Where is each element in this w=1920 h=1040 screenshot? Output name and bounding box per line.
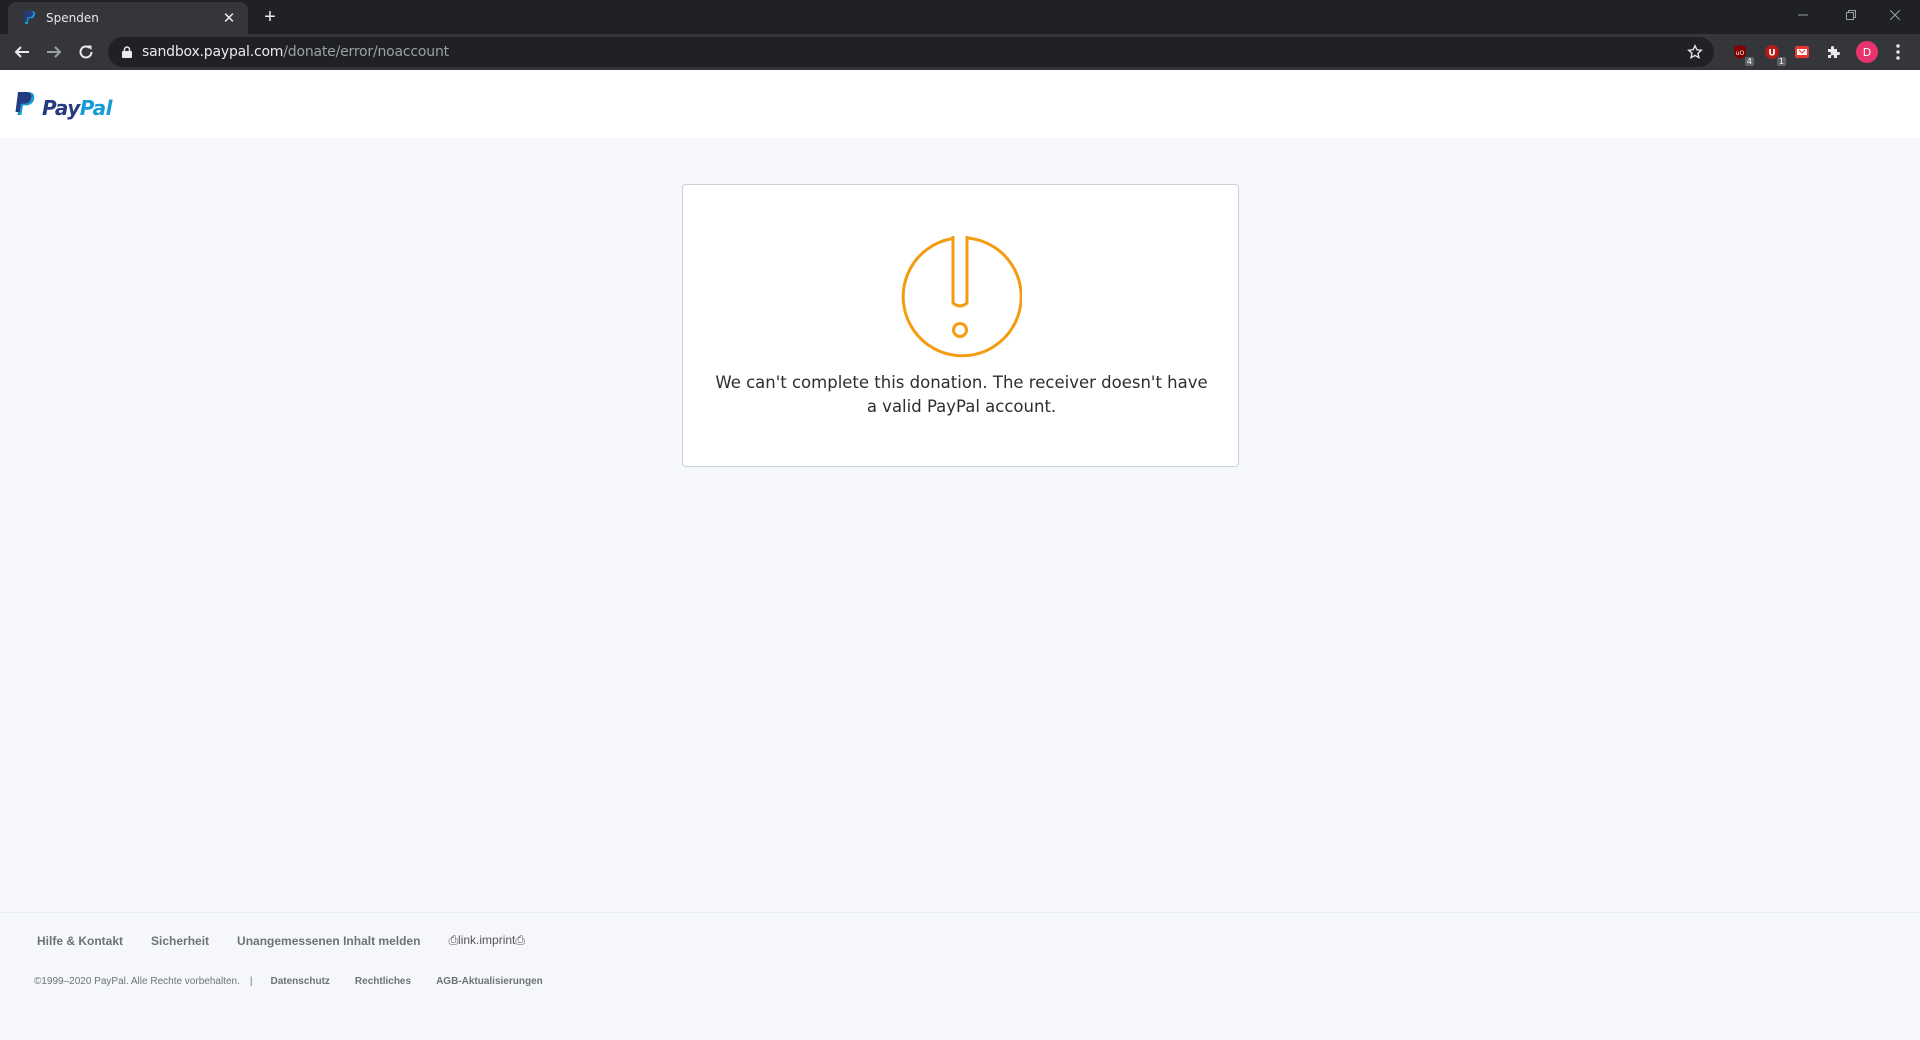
logo-pal: Pal [79, 95, 113, 120]
svg-text:U: U [1768, 49, 1775, 59]
profile-avatar[interactable]: D [1856, 41, 1878, 63]
error-card: We can't complete this donation. The rec… [682, 184, 1239, 467]
paypal-logo[interactable]: PayPal [14, 92, 113, 123]
browser-menu-icon[interactable] [1888, 42, 1908, 62]
address-bar[interactable]: sandbox.paypal.com/donate/error/noaccoun… [108, 37, 1714, 67]
paypal-wordmark: PayPal [42, 95, 113, 120]
footer-legal: ©1999–2020 PayPal. Alle Rechte vorbehalt… [34, 976, 568, 987]
url-text: sandbox.paypal.com/donate/error/noaccoun… [142, 44, 449, 60]
footer-link-report-content[interactable]: Unangemessenen Inhalt melden [237, 934, 420, 948]
footer-link-security[interactable]: Sicherheit [151, 934, 209, 948]
restore-icon[interactable] [1828, 0, 1874, 30]
pdf-extension-icon[interactable] [1792, 42, 1812, 62]
browser-tab[interactable]: Spenden ✕ [8, 2, 248, 34]
ublock-secondary-badge: 1 [1776, 57, 1786, 66]
url-path: /donate/error/noaccount [283, 44, 449, 60]
ublock-secondary-extension-icon[interactable]: U 1 [1762, 42, 1786, 66]
browser-toolbar: sandbox.paypal.com/donate/error/noaccoun… [0, 34, 1920, 70]
back-arrow-icon[interactable] [8, 38, 36, 66]
footer-separator: | [249, 976, 253, 987]
browser-titlebar: Spenden ✕ + [0, 0, 1920, 34]
site-header: PayPal [0, 70, 1920, 138]
forward-arrow-icon[interactable] [40, 38, 68, 66]
footer-link-legal[interactable]: Rechtliches [355, 976, 411, 987]
error-message: We can't complete this donation. The rec… [715, 373, 1208, 416]
reload-icon[interactable] [72, 38, 100, 66]
url-host: sandbox.paypal.com [142, 44, 284, 60]
logo-pay: Pay [42, 95, 80, 120]
paypal-logo-icon [14, 92, 36, 123]
bookmark-star-icon[interactable] [1686, 43, 1704, 61]
footer-link-terms-updates[interactable]: AGB-Aktualisierungen [436, 976, 543, 987]
minimize-icon[interactable] [1780, 0, 1826, 30]
extensions-puzzle-icon[interactable] [1824, 42, 1844, 62]
footer-link-help-contact[interactable]: Hilfe & Kontakt [37, 934, 123, 948]
tab-title: Spenden [46, 11, 99, 25]
site-footer: Hilfe & Kontakt Sicherheit Unangemessene… [0, 912, 1920, 1040]
ublock-badge: 4 [1744, 57, 1754, 66]
new-tab-button[interactable]: + [258, 5, 282, 29]
paypal-favicon-icon [22, 10, 38, 26]
ublock-extension-icon[interactable]: uO 4 [1730, 42, 1754, 66]
footer-link-privacy[interactable]: Datenschutz [270, 976, 329, 987]
footer-links: Hilfe & Kontakt Sicherheit Unangemessene… [37, 933, 553, 948]
footer-link-imprint[interactable]: ⎙link.imprint⎙ [448, 933, 525, 948]
warning-exclamation-icon [901, 236, 1022, 358]
svg-text:uO: uO [1736, 50, 1745, 57]
lock-icon [120, 45, 134, 59]
close-window-icon[interactable] [1872, 0, 1918, 30]
tab-close-icon[interactable]: ✕ [220, 9, 238, 27]
copyright-text: ©1999–2020 PayPal. Alle Rechte vorbehalt… [34, 976, 240, 987]
